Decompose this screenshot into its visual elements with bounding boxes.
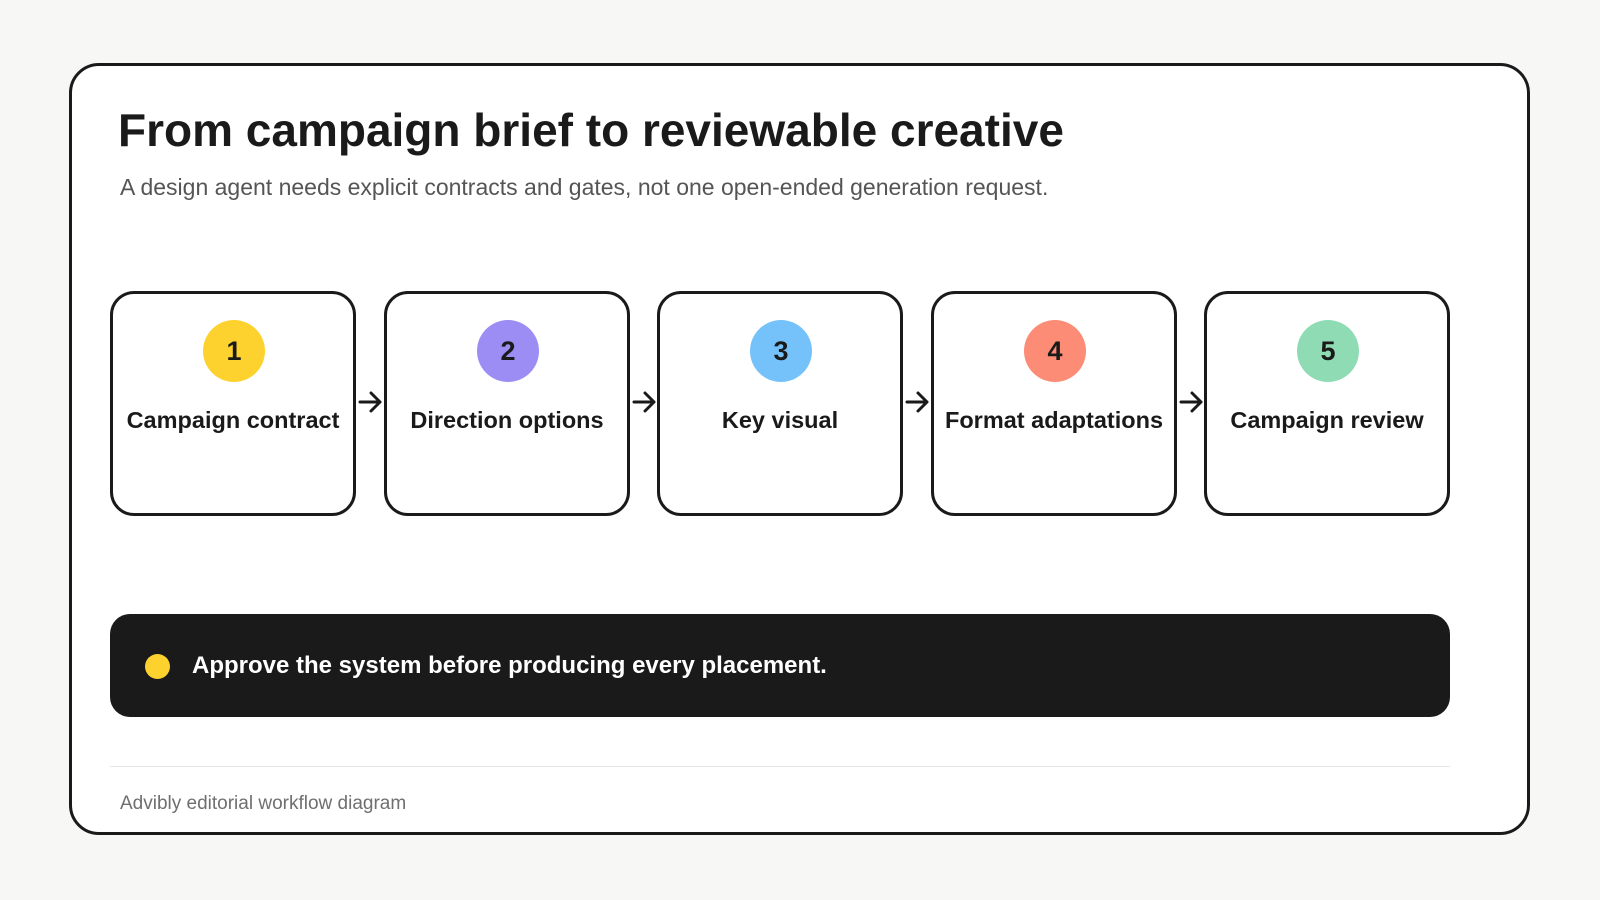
step-number-badge: 2 [477,320,539,382]
callout-dot-icon [145,654,170,679]
step-label: Key visual [721,407,839,433]
step-number-badge: 3 [750,320,812,382]
step-label: Campaign review [1230,407,1424,433]
step-card-campaign-contract: 1 Campaign contract [110,291,356,516]
page-title: From campaign brief to reviewable creati… [118,104,1064,156]
step-label: Format adaptations [944,407,1164,433]
page-subtitle: A design agent needs explicit contracts … [120,174,1049,200]
step-number-badge: 5 [1297,320,1359,382]
footer-caption: Advibly editorial workflow diagram [120,793,407,814]
step-label: Campaign contract [126,407,340,433]
step-number-badge: 4 [1024,320,1086,382]
step-card-format-adaptations: 4 Format adaptations [931,291,1177,516]
step-card-direction-options: 2 Direction options [384,291,630,516]
step-number-badge: 1 [203,320,265,382]
callout-banner: Approve the system before producing ever… [110,614,1450,717]
step-label: Direction options [410,407,604,433]
step-card-key-visual: 3 Key visual [657,291,903,516]
callout-text: Approve the system before producing ever… [192,652,827,679]
step-card-campaign-review: 5 Campaign review [1204,291,1450,516]
footer-divider [110,766,1450,767]
